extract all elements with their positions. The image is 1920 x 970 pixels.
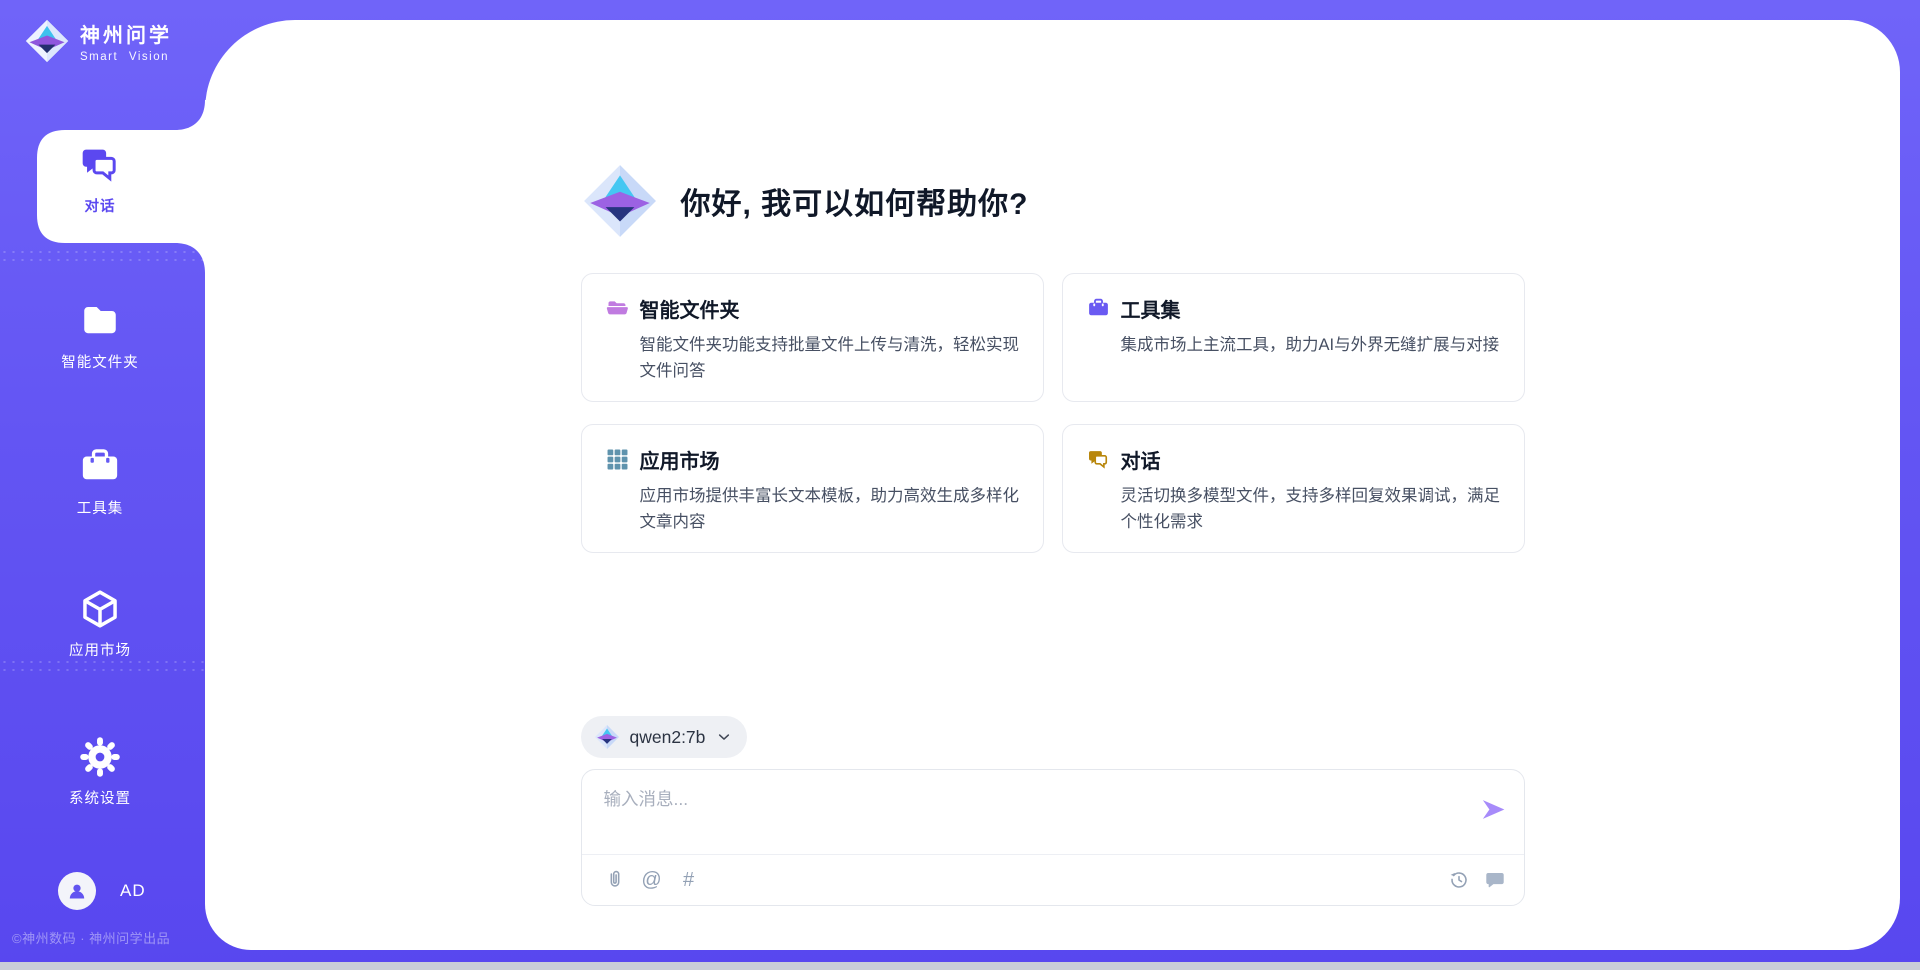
sidebar-item-label: 系统设置 xyxy=(69,787,131,808)
card-app-market[interactable]: 应用市场 应用市场提供丰富长文本模板，助力高效生成多样化文章内容 xyxy=(581,424,1044,553)
card-smart-folder[interactable]: 智能文件夹 智能文件夹功能支持批量文件上传与清洗，轻松实现文件问答 xyxy=(581,273,1044,402)
card-title: 应用市场 xyxy=(640,445,720,474)
avatar xyxy=(58,872,96,910)
card-head: 对话 xyxy=(1087,445,1502,474)
card-chat[interactable]: 对话 灵活切换多模型文件，支持多样回复效果调试，满足个性化需求 xyxy=(1062,424,1525,553)
model-selector[interactable]: qwen2:7b xyxy=(581,716,748,758)
sidebar-item-chat[interactable]: 对话 xyxy=(0,144,200,216)
briefcase-icon xyxy=(79,446,121,488)
cube-icon xyxy=(79,588,121,630)
history-icon[interactable] xyxy=(1448,869,1470,891)
composer-toolbar: @ # xyxy=(604,855,1506,905)
content-column: 你好, 我可以如何帮助你? 智能文件夹 智能文件夹功能支持批量文件上传与清洗，轻… xyxy=(581,20,1525,950)
hash-icon[interactable]: # xyxy=(678,869,700,891)
mention-icon[interactable]: @ xyxy=(641,869,663,891)
app-grid-icon xyxy=(606,448,629,471)
feature-cards: 智能文件夹 智能文件夹功能支持批量文件上传与清洗，轻松实现文件问答 工具集 xyxy=(581,273,1525,553)
brand-name: 神州问学 xyxy=(80,19,172,48)
folder-icon xyxy=(79,300,121,342)
brand-subtitle: Smart Vision xyxy=(80,51,172,63)
greeting-hero: 你好, 我可以如何帮助你? xyxy=(581,162,1029,240)
main-panel: 你好, 我可以如何帮助你? 智能文件夹 智能文件夹功能支持批量文件上传与清洗，轻… xyxy=(205,20,1900,950)
card-head: 智能文件夹 xyxy=(606,294,1021,323)
sidebar-item-smart-folder[interactable]: 智能文件夹 xyxy=(0,300,200,372)
diamond-logo-icon xyxy=(581,162,659,240)
send-icon[interactable] xyxy=(1479,795,1508,824)
card-description: 智能文件夹功能支持批量文件上传与清洗，轻松实现文件问答 xyxy=(640,332,1021,384)
sidebar-item-app-market[interactable]: 应用市场 xyxy=(0,588,200,660)
bottom-edge-strip xyxy=(0,962,1920,970)
sidebar-item-label: 工具集 xyxy=(77,497,124,518)
briefcase-icon xyxy=(1087,297,1110,320)
chat-bubble-filled-icon[interactable] xyxy=(1484,869,1506,891)
chat-bubbles-icon xyxy=(79,144,121,186)
open-folder-icon xyxy=(606,297,629,320)
chat-bubbles-icon xyxy=(1087,448,1110,471)
model-name: qwen2:7b xyxy=(630,727,706,748)
message-composer: @ # xyxy=(581,769,1525,906)
copyright-footer: ©神州数码 · 神州问学出品 xyxy=(12,928,170,947)
sidebar-item-settings[interactable]: 系统设置 xyxy=(0,736,200,808)
sidebar-dots-decoration xyxy=(0,658,205,674)
sidebar-item-label: 对话 xyxy=(85,195,116,216)
card-description: 集成市场上主流工具，助力AI与外界无缝扩展与对接 xyxy=(1121,332,1502,358)
card-description: 应用市场提供丰富长文本模板，助力高效生成多样化文章内容 xyxy=(640,483,1021,535)
card-title: 对话 xyxy=(1121,445,1161,474)
chevron-down-icon xyxy=(715,728,733,746)
message-input[interactable] xyxy=(604,786,1460,846)
brand-logo[interactable]: 神州问学 Smart Vision xyxy=(24,18,172,64)
greeting-text: 你好, 我可以如何帮助你? xyxy=(681,179,1029,223)
sidebar-item-label: 应用市场 xyxy=(69,639,131,660)
person-icon xyxy=(65,879,89,903)
card-toolset[interactable]: 工具集 集成市场上主流工具，助力AI与外界无缝扩展与对接 xyxy=(1062,273,1525,402)
sidebar-item-toolset[interactable]: 工具集 xyxy=(0,446,200,518)
diamond-logo-icon xyxy=(594,724,620,750)
card-title: 智能文件夹 xyxy=(640,294,740,323)
brand-text: 神州问学 Smart Vision xyxy=(80,19,172,63)
card-title: 工具集 xyxy=(1121,294,1181,323)
diamond-logo-icon xyxy=(24,18,70,64)
sidebar-item-label: 智能文件夹 xyxy=(61,351,139,372)
user-account[interactable]: AD xyxy=(58,872,146,910)
card-head: 应用市场 xyxy=(606,445,1021,474)
gear-icon xyxy=(79,736,121,778)
paperclip-icon[interactable] xyxy=(604,869,626,891)
sidebar: 神州问学 Smart Vision 对话 智能文件夹 xyxy=(0,0,205,970)
card-description: 灵活切换多模型文件，支持多样回复效果调试，满足个性化需求 xyxy=(1121,483,1502,535)
user-name: AD xyxy=(120,881,146,901)
card-head: 工具集 xyxy=(1087,294,1502,323)
